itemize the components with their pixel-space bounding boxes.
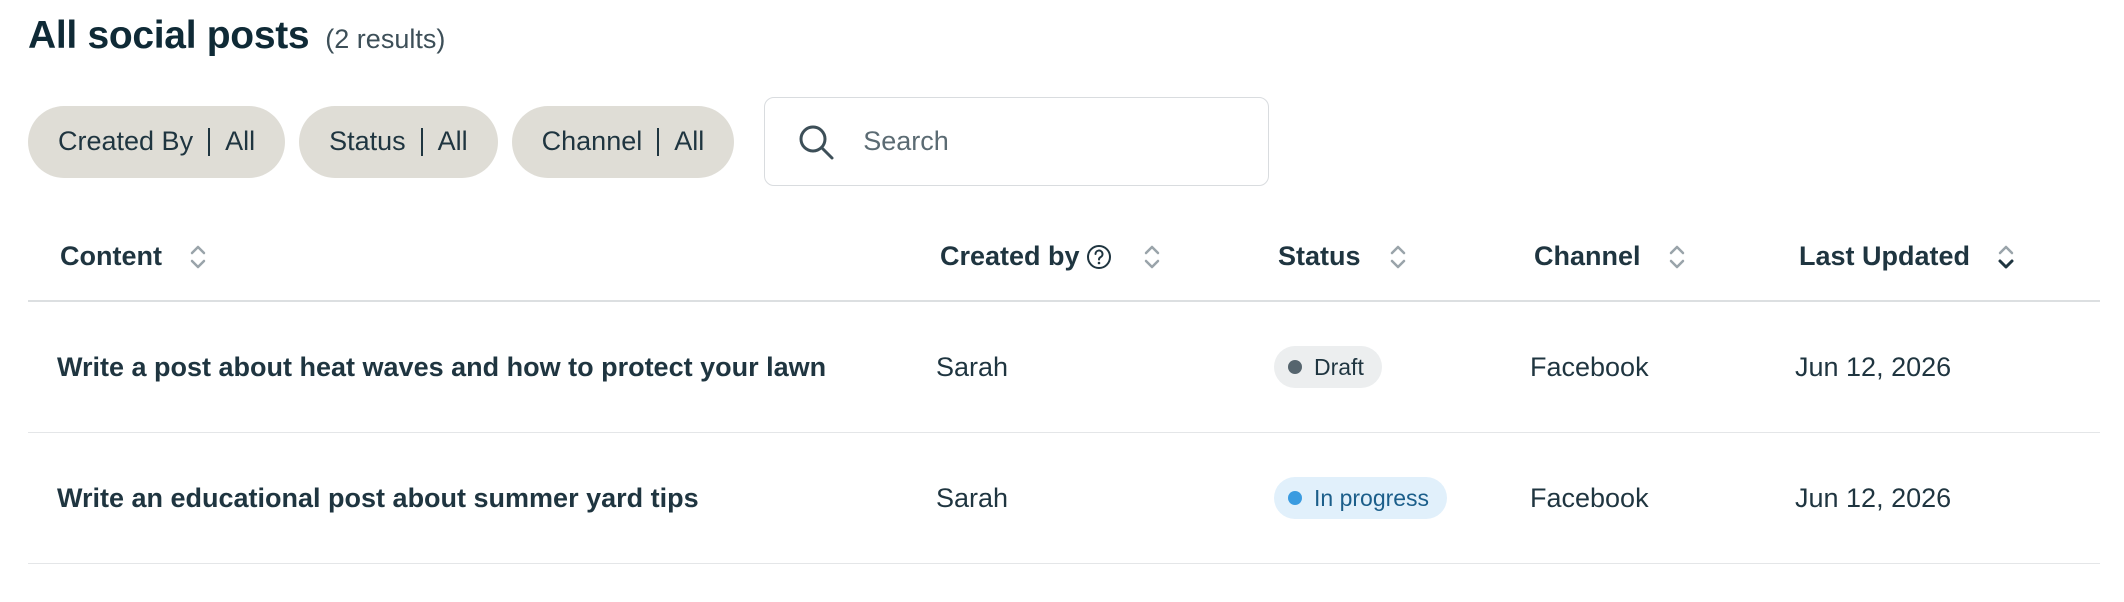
filter-label: Status — [329, 126, 406, 156]
cell-channel: Facebook — [1530, 482, 1649, 513]
cell-created-by: Sarah — [936, 482, 1009, 513]
table-header: Content Created by Status Channel Last U… — [28, 213, 2100, 302]
sort-icon — [1669, 245, 1684, 268]
page-header: All social posts (2 results) — [28, 14, 445, 58]
cell-created-by: Sarah — [936, 351, 1009, 382]
status-label: Draft — [1314, 353, 1364, 380]
status-dot — [1288, 360, 1302, 374]
filter-value: All — [225, 126, 256, 156]
filter-divider — [657, 127, 660, 156]
column-label: Last Updated — [1799, 241, 1971, 271]
search-icon — [799, 125, 834, 159]
results-count: (2 results) — [325, 24, 446, 54]
sort-icon — [190, 245, 206, 268]
search-input[interactable] — [861, 125, 1246, 158]
help-icon[interactable] — [1086, 244, 1112, 270]
filter-created-by[interactable]: Created By All — [28, 105, 286, 178]
status-label: In progress — [1314, 484, 1430, 511]
column-header-channel[interactable]: Channel — [1534, 213, 1687, 300]
filter-bar: Created By All Status All Channel All — [28, 97, 1270, 186]
filter-divider — [208, 127, 211, 156]
cell-content[interactable]: Write an educational post about summer y… — [57, 433, 699, 563]
cell-status: Draft — [1274, 302, 1382, 432]
column-label: Status — [1278, 241, 1361, 271]
column-label: Channel — [1534, 241, 1641, 271]
cell-channel: Facebook — [1530, 351, 1649, 382]
column-header-status[interactable]: Status — [1278, 213, 1408, 300]
posts-table: Content Created by Status Channel Last U… — [28, 213, 2100, 564]
page-title: All social posts — [28, 14, 310, 57]
column-header-content[interactable]: Content — [60, 213, 208, 300]
column-header-created-by[interactable]: Created by — [940, 213, 1162, 300]
filter-status[interactable]: Status All — [299, 105, 498, 178]
sort-desc-icon — [1998, 245, 2014, 268]
search-box[interactable] — [764, 97, 1270, 186]
filter-divider — [420, 127, 423, 156]
table-row[interactable]: Write a post about heat waves and how to… — [28, 302, 2100, 433]
status-badge: Draft — [1274, 346, 1382, 388]
cell-last-updated: Jun 12, 2026 — [1795, 351, 1952, 382]
filter-channel[interactable]: Channel All — [511, 105, 735, 178]
cell-status: In progress — [1274, 433, 1448, 563]
filter-value: All — [674, 126, 705, 156]
column-label: Content — [60, 241, 162, 271]
cell-last-updated: Jun 12, 2026 — [1795, 482, 1952, 513]
filter-label: Channel — [541, 126, 643, 156]
status-dot — [1288, 491, 1302, 505]
table-row[interactable]: Write an educational post about summer y… — [28, 433, 2100, 564]
sort-icon — [1390, 245, 1405, 268]
filter-label: Created By — [58, 126, 194, 156]
filter-value: All — [437, 126, 468, 156]
column-label: Created by — [940, 241, 1080, 271]
column-header-last-updated[interactable]: Last Updated — [1799, 213, 2016, 300]
cell-content[interactable]: Write a post about heat waves and how to… — [57, 302, 826, 432]
status-badge: In progress — [1274, 477, 1448, 519]
sort-icon — [1144, 245, 1159, 268]
